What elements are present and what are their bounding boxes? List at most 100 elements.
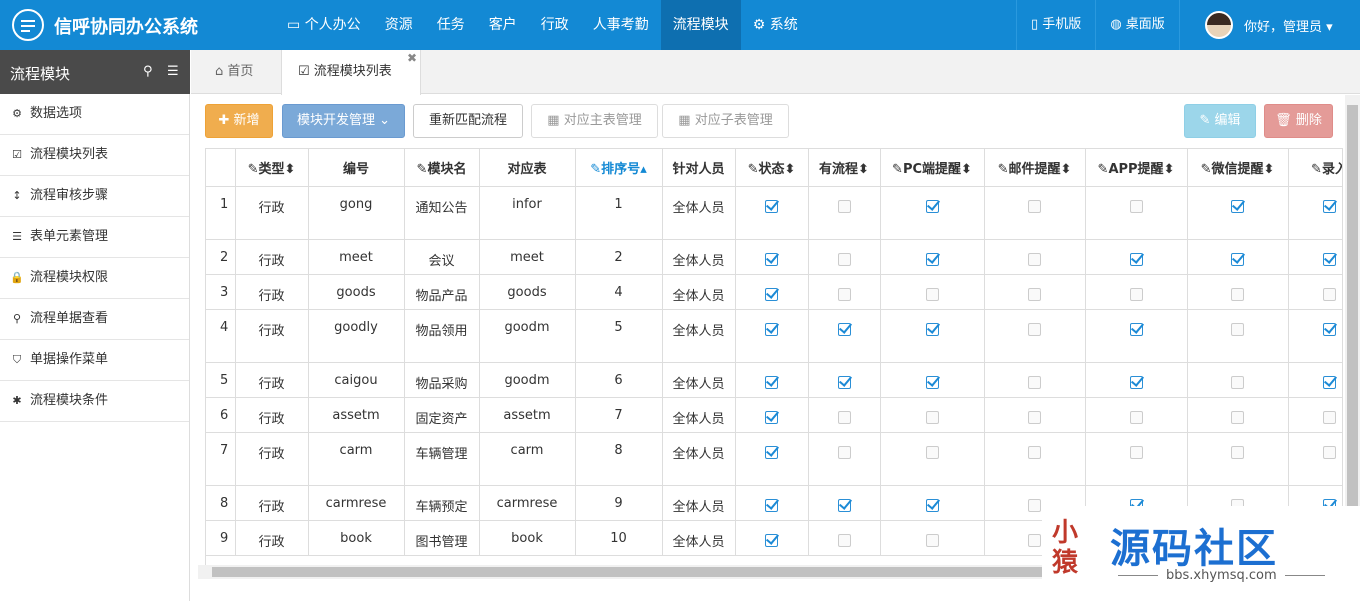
search-icon[interactable]: ⚲: [143, 64, 153, 79]
avatar[interactable]: [1205, 11, 1233, 39]
checked-box-icon[interactable]: [837, 322, 851, 336]
unchecked-box-icon[interactable]: [837, 445, 851, 459]
checked-box-icon[interactable]: [1323, 375, 1336, 389]
column-header-6[interactable]: 针对人员: [662, 149, 736, 187]
unchecked-box-icon[interactable]: [1028, 287, 1041, 301]
table-row[interactable]: 7 行政 carm 车辆管理 carm 8 全体人员: [206, 432, 1342, 486]
table-row[interactable]: 6 行政 assetm 固定资产 assetm 7 全体人员: [206, 397, 1342, 433]
checked-box-icon[interactable]: [1323, 322, 1336, 336]
sidebar-item-2[interactable]: ↕ 流程审核步骤: [0, 176, 189, 217]
checked-box-icon[interactable]: [765, 322, 778, 336]
close-icon[interactable]: ✖: [407, 36, 417, 80]
checked-box-icon[interactable]: [1129, 322, 1143, 336]
unchecked-box-icon[interactable]: [1028, 498, 1041, 512]
unchecked-box-icon[interactable]: [837, 252, 851, 266]
unchecked-box-icon[interactable]: [1323, 445, 1336, 459]
desktop-version-link[interactable]: ◍ 桌面版: [1095, 0, 1179, 50]
unchecked-box-icon[interactable]: [1231, 410, 1244, 424]
checked-box-icon[interactable]: [765, 375, 778, 389]
unchecked-box-icon[interactable]: [1129, 199, 1143, 213]
unchecked-box-icon[interactable]: [1129, 410, 1143, 424]
edit-button[interactable]: ✎ 编辑: [1184, 104, 1256, 138]
column-header-3[interactable]: ✎模块名: [404, 149, 480, 187]
unchecked-box-icon[interactable]: [1231, 322, 1244, 336]
table-row[interactable]: 4 行政 goodly 物品领用 goodm 5 全体人员: [206, 309, 1342, 363]
column-header-8[interactable]: 有流程⬍: [808, 149, 881, 187]
vertical-scrollbar[interactable]: [1345, 95, 1360, 565]
unchecked-box-icon[interactable]: [1028, 199, 1041, 213]
column-header-7[interactable]: ✎状态⬍: [735, 149, 809, 187]
unchecked-box-icon[interactable]: [837, 533, 851, 547]
unchecked-box-icon[interactable]: [925, 445, 939, 459]
unchecked-box-icon[interactable]: [1231, 287, 1244, 301]
checked-box-icon[interactable]: [925, 199, 939, 213]
tab-home[interactable]: ⌂ 首页: [215, 50, 253, 94]
sort-icon[interactable]: ⬍: [858, 162, 869, 177]
user-greeting[interactable]: 你好，管理员 ▾: [1244, 16, 1333, 35]
column-header-11[interactable]: ✎APP提醒⬍: [1085, 149, 1188, 187]
sidebar-item-1[interactable]: ☑ 流程模块列表: [0, 135, 189, 176]
sidebar-item-4[interactable]: 🔒 流程模块权限: [0, 258, 189, 299]
unchecked-box-icon[interactable]: [1231, 375, 1244, 389]
checked-box-icon[interactable]: [765, 498, 778, 512]
chat-logo-icon[interactable]: [12, 9, 44, 41]
unchecked-box-icon[interactable]: [1231, 445, 1244, 459]
checked-box-icon[interactable]: [837, 498, 851, 512]
nav-item-2[interactable]: 任务: [425, 0, 477, 50]
menu-icon[interactable]: ☰: [167, 64, 179, 79]
unchecked-box-icon[interactable]: [1129, 445, 1143, 459]
checked-box-icon[interactable]: [925, 322, 939, 336]
checked-box-icon[interactable]: [1231, 199, 1244, 213]
sort-icon[interactable]: ⬍: [285, 162, 296, 177]
tab-flow-module-list[interactable]: ☑ 流程模块列表 ✖: [281, 50, 421, 95]
unchecked-box-icon[interactable]: [1129, 287, 1143, 301]
checked-box-icon[interactable]: [765, 533, 778, 547]
checked-box-icon[interactable]: [765, 199, 778, 213]
checked-box-icon[interactable]: [765, 445, 778, 459]
table-row[interactable]: 3 行政 goods 物品产品 goods 4 全体人员: [206, 274, 1342, 310]
app-title[interactable]: 信呼协同办公系统: [54, 13, 198, 39]
column-header-5[interactable]: ✎排序号▴: [575, 149, 663, 187]
unchecked-box-icon[interactable]: [837, 199, 851, 213]
nav-item-7[interactable]: ⚙ 系统: [741, 0, 810, 50]
unchecked-box-icon[interactable]: [837, 410, 851, 424]
sort-icon[interactable]: ⬍: [1164, 162, 1175, 177]
checked-box-icon[interactable]: [1231, 252, 1244, 266]
unchecked-box-icon[interactable]: [1028, 410, 1041, 424]
nav-item-6[interactable]: 流程模块: [660, 0, 741, 50]
unchecked-box-icon[interactable]: [925, 287, 939, 301]
unchecked-box-icon[interactable]: [1323, 287, 1336, 301]
unchecked-box-icon[interactable]: [837, 287, 851, 301]
sort-asc-icon[interactable]: ▴: [640, 162, 647, 177]
nav-item-0[interactable]: ▭ 个人办公: [275, 0, 373, 50]
vertical-scroll-thumb[interactable]: [1347, 105, 1358, 555]
column-header-12[interactable]: ✎微信提醒⬍: [1187, 149, 1289, 187]
table-row[interactable]: 1 行政 gong 通知公告 infor 1 全体人员: [206, 186, 1342, 240]
sort-icon[interactable]: ⬍: [961, 162, 972, 177]
checked-box-icon[interactable]: [1323, 199, 1336, 213]
unchecked-box-icon[interactable]: [925, 533, 939, 547]
mobile-version-link[interactable]: ▯ 手机版: [1016, 0, 1095, 50]
unchecked-box-icon[interactable]: [1028, 252, 1041, 266]
column-header-4[interactable]: 对应表: [479, 149, 576, 187]
sidebar-item-7[interactable]: ✱ 流程模块条件: [0, 381, 189, 422]
sidebar-item-0[interactable]: ⚙ 数据选项: [0, 94, 189, 135]
column-header-2[interactable]: 编号: [308, 149, 405, 187]
sort-icon[interactable]: ⬍: [785, 162, 796, 177]
checked-box-icon[interactable]: [765, 287, 778, 301]
delete-button[interactable]: 🗑 删除: [1264, 104, 1333, 138]
sidebar-item-5[interactable]: ⚲ 流程单据查看: [0, 299, 189, 340]
checked-box-icon[interactable]: [925, 252, 939, 266]
checked-box-icon[interactable]: [765, 410, 778, 424]
main-table-button[interactable]: ▦ 对应主表管理: [531, 104, 658, 138]
sidebar-item-3[interactable]: ☰ 表单元素管理: [0, 217, 189, 258]
column-header-13[interactable]: ✎录入: [1288, 149, 1342, 187]
sidebar-item-6[interactable]: ⛉ 单据操作菜单: [0, 340, 189, 381]
nav-item-4[interactable]: 行政: [529, 0, 581, 50]
unchecked-box-icon[interactable]: [1028, 322, 1041, 336]
unchecked-box-icon[interactable]: [925, 410, 939, 424]
checked-box-icon[interactable]: [925, 498, 939, 512]
unchecked-box-icon[interactable]: [1028, 445, 1041, 459]
sort-icon[interactable]: ⬍: [1264, 162, 1275, 177]
module-dev-dropdown[interactable]: 模块开发管理 ⌄: [282, 104, 405, 138]
